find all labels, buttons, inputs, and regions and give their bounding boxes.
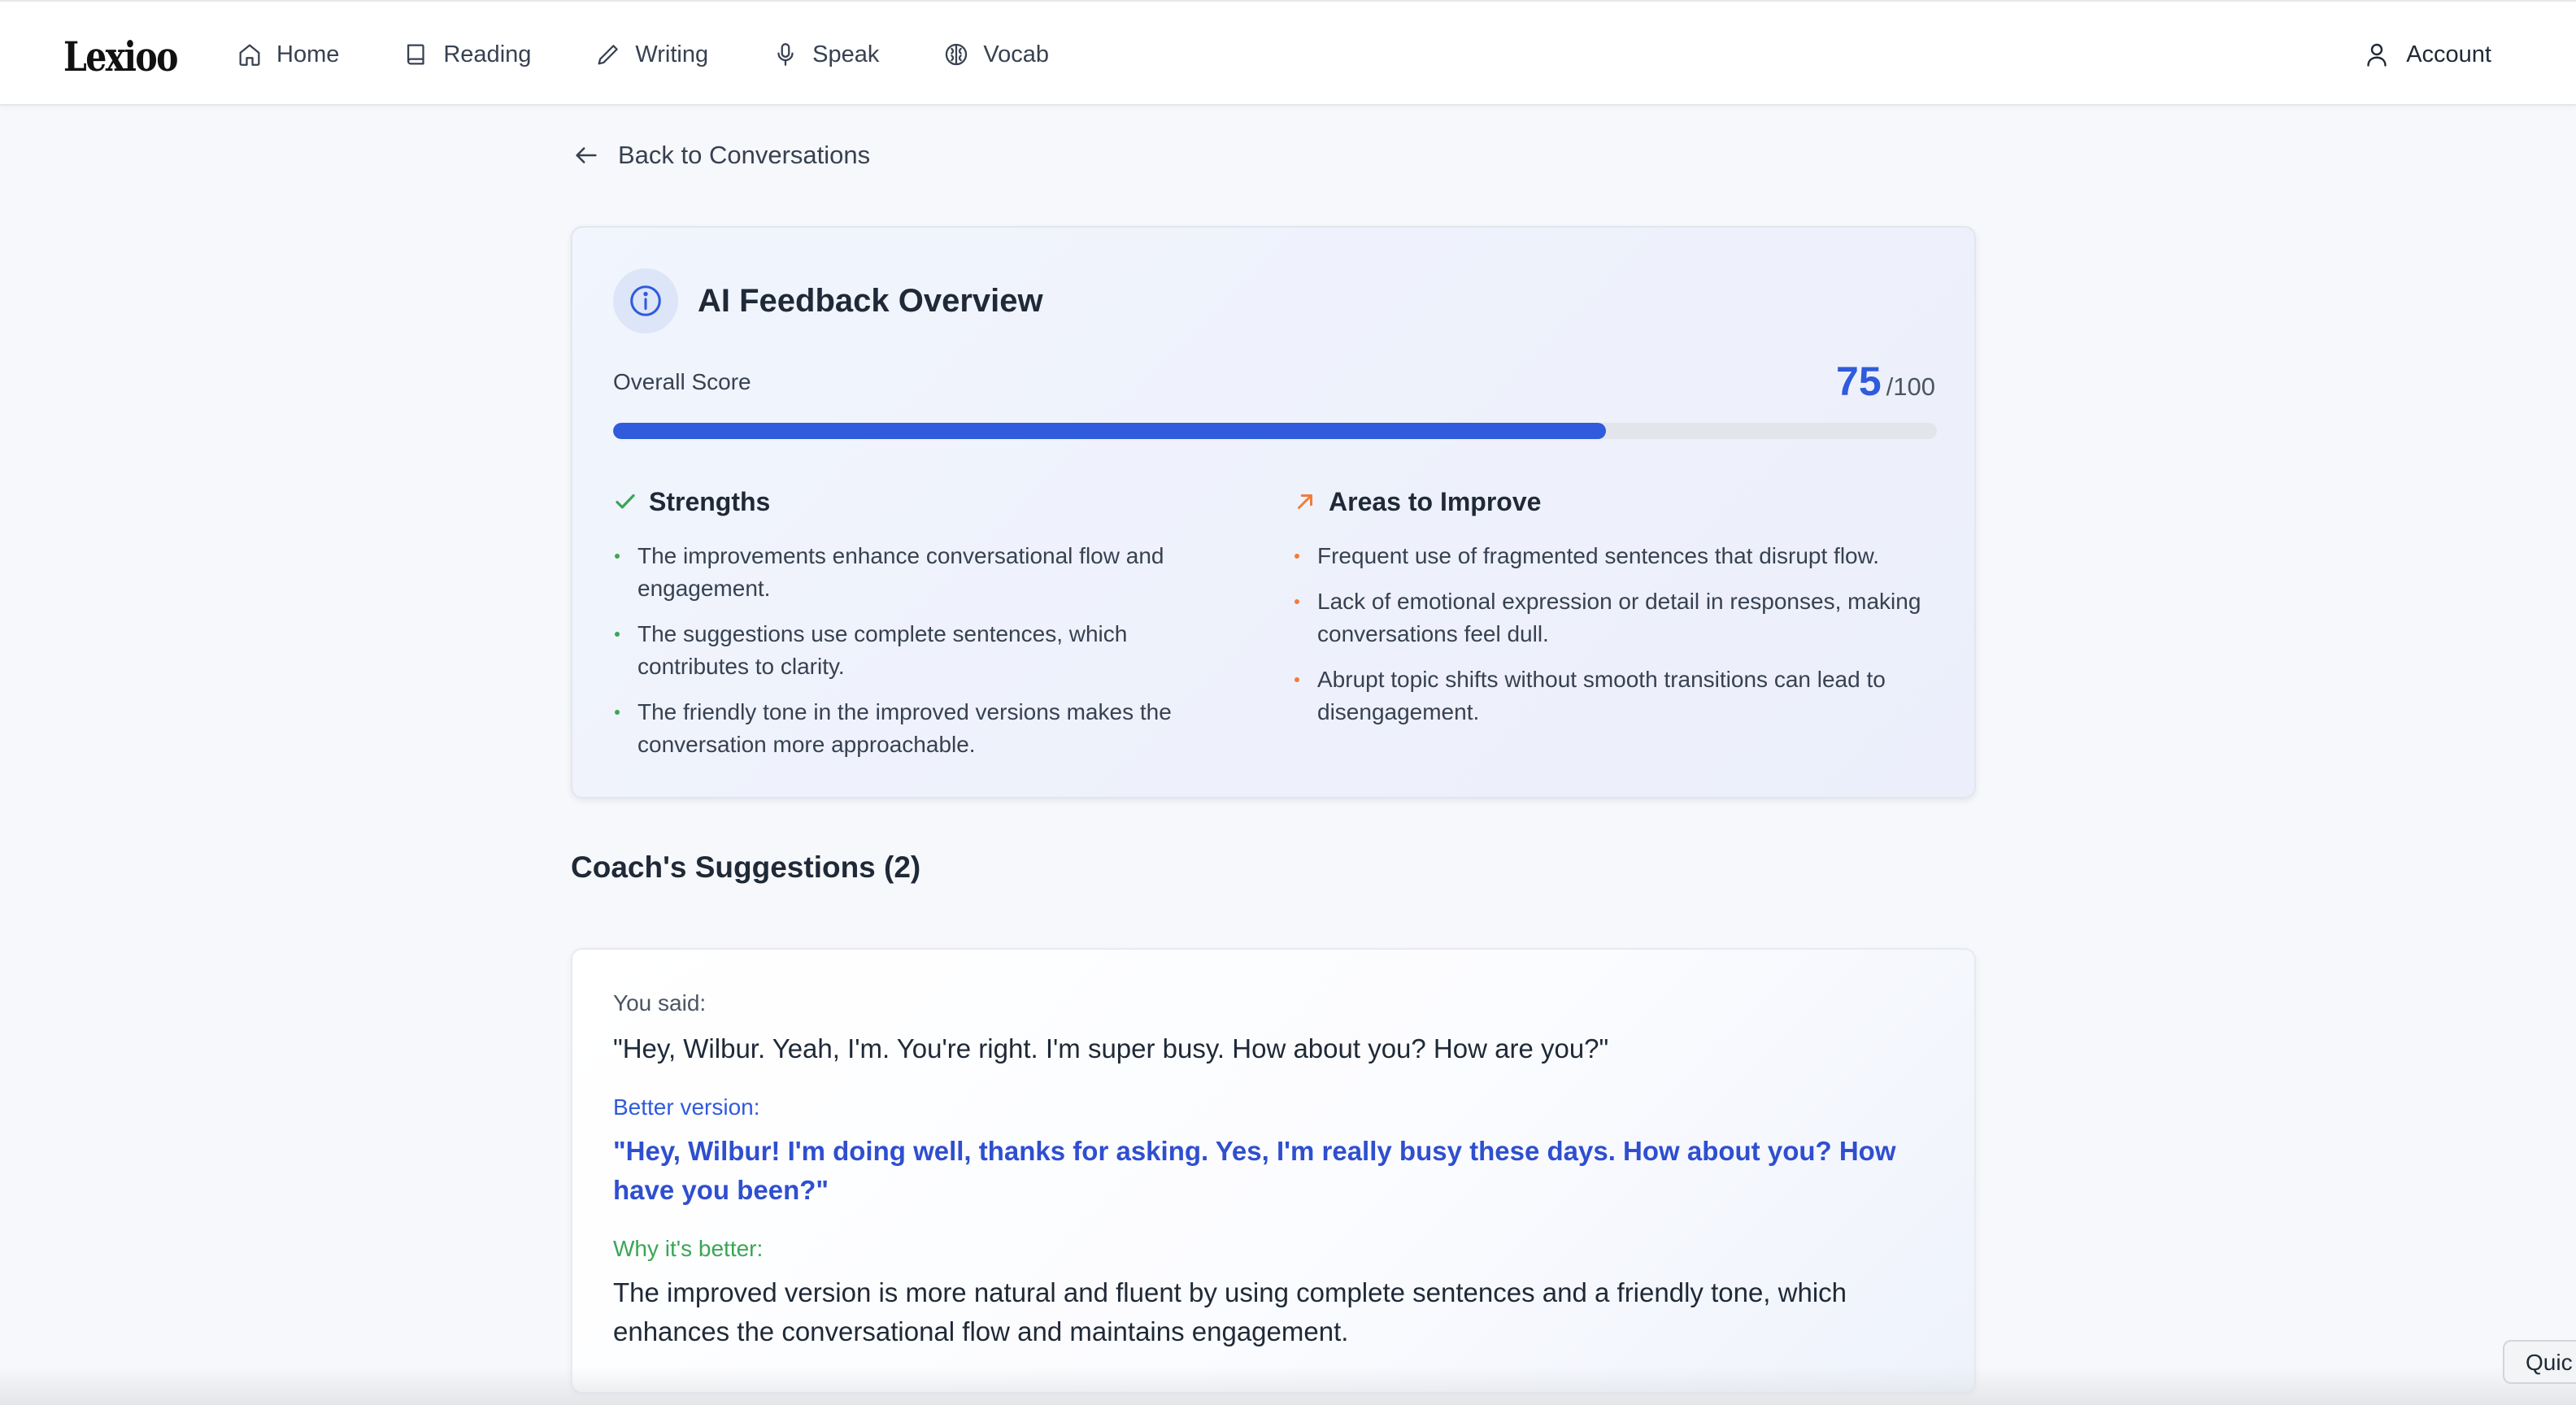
book-icon xyxy=(402,41,430,68)
list-item: Frequent use of fragmented sentences tha… xyxy=(1293,540,1943,572)
microphone-icon xyxy=(772,41,799,68)
bullet-dot xyxy=(1295,599,1299,604)
top-navbar: Lexioo Home Reading Writing Speak Vocab … xyxy=(0,0,2576,106)
bullet-dot xyxy=(1295,554,1299,559)
score-progress-bar xyxy=(613,423,1937,439)
list-item: Abrupt topic shifts without smooth trans… xyxy=(1293,663,1943,729)
areas-to-improve-list: Frequent use of fragmented sentences tha… xyxy=(1293,540,1943,729)
account-label: Account xyxy=(2406,41,2491,67)
home-icon xyxy=(236,41,263,68)
arrow-left-icon xyxy=(572,141,600,169)
bullet-dot xyxy=(615,710,620,715)
nav-item-writing[interactable]: Writing xyxy=(594,30,708,79)
why-better-label: Why it's better: xyxy=(613,1236,764,1261)
list-item: The improvements enhance conversational … xyxy=(613,540,1231,605)
nav-item-vocab[interactable]: Vocab xyxy=(942,30,1049,79)
areas-to-improve-section: Areas to Improve Frequent use of fragmen… xyxy=(1293,481,1943,742)
bullet-dot xyxy=(615,554,620,559)
list-item: The friendly tone in the improved versio… xyxy=(613,696,1231,761)
arrow-up-right-icon xyxy=(1293,489,1317,514)
better-version-text: "Hey, Wilbur! I'm doing well, thanks for… xyxy=(613,1136,1896,1205)
score-progress-fill xyxy=(613,423,1606,439)
feedback-header: AI Feedback Overview xyxy=(613,268,1043,333)
score-number: 75 xyxy=(1836,359,1882,404)
you-said-text: "Hey, Wilbur. Yeah, I'm. You're right. I… xyxy=(613,1033,1609,1064)
list-item: The suggestions use complete sentences, … xyxy=(613,618,1231,683)
pencil-icon xyxy=(594,41,622,68)
ai-feedback-card: AI Feedback Overview Overall Score 75 /1… xyxy=(571,226,1976,798)
suggestion-card: You said: "Hey, Wilbur. Yeah, I'm. You'r… xyxy=(571,948,1976,1394)
nav-item-label: Speak xyxy=(812,41,880,67)
back-to-conversations-link[interactable]: Back to Conversations xyxy=(572,135,870,176)
user-icon xyxy=(2362,40,2391,69)
main-nav: Home Reading Writing Speak Vocab xyxy=(236,2,1112,107)
strengths-section: Strengths The improvements enhance conve… xyxy=(613,481,1231,774)
better-version-label: Better version: xyxy=(613,1094,760,1120)
nav-item-speak[interactable]: Speak xyxy=(772,30,879,79)
why-better-text: The improved version is more natural and… xyxy=(613,1277,1847,1346)
areas-to-improve-title: Areas to Improve xyxy=(1329,486,1542,516)
overall-score: 75 /100 xyxy=(1836,358,1935,405)
back-link-label: Back to Conversations xyxy=(618,141,871,169)
nav-item-label: Reading xyxy=(443,41,532,67)
check-icon xyxy=(613,489,637,514)
quick-action-button[interactable]: Quic xyxy=(2503,1340,2576,1384)
nav-item-home[interactable]: Home xyxy=(236,30,339,79)
brain-icon xyxy=(942,41,970,68)
list-item: Lack of emotional expression or detail i… xyxy=(1293,585,1943,650)
nav-item-label: Writing xyxy=(635,41,709,67)
nav-item-label: Home xyxy=(276,41,340,67)
score-max: /100 xyxy=(1886,372,1935,401)
coach-suggestions-title: Coach's Suggestions (2) xyxy=(571,850,921,884)
account-button[interactable]: Account xyxy=(2362,30,2491,79)
you-said-label: You said: xyxy=(613,990,707,1016)
app-logo[interactable]: Lexioo xyxy=(63,33,178,80)
info-icon xyxy=(613,268,678,333)
bullet-dot xyxy=(615,632,620,637)
overall-score-label: Overall Score xyxy=(613,369,751,394)
nav-item-reading[interactable]: Reading xyxy=(402,30,531,79)
bullet-dot xyxy=(1295,677,1299,682)
feedback-title: AI Feedback Overview xyxy=(698,282,1043,319)
nav-item-label: Vocab xyxy=(983,41,1049,67)
strengths-title: Strengths xyxy=(649,486,771,516)
strengths-list: The improvements enhance conversational … xyxy=(613,540,1231,761)
